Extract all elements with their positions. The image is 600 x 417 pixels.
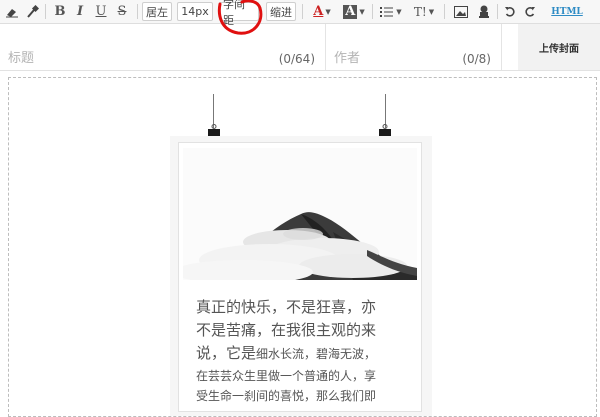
- font-color-glyph: A: [313, 4, 324, 19]
- list-button[interactable]: ▼: [377, 2, 405, 21]
- underline-button[interactable]: U: [93, 2, 109, 21]
- format-painter-icon[interactable]: [24, 2, 40, 21]
- chevron-down-icon: ▼: [325, 7, 331, 16]
- stamp-icon[interactable]: [476, 2, 492, 21]
- chevron-down-icon: ▼: [396, 7, 402, 16]
- toolbar-separator: [137, 4, 138, 19]
- article-meta-row: 标题 (0/64) 作者 (0/8): [0, 24, 600, 71]
- indent-button[interactable]: 缩进: [266, 2, 296, 21]
- article-line: 说，它是细水长流，碧海无波，: [196, 342, 412, 366]
- author-char-count: (0/8): [462, 52, 491, 66]
- strikethrough-button[interactable]: S: [114, 2, 130, 21]
- title-placeholder: 标题: [8, 51, 35, 66]
- list-icon: [380, 6, 394, 17]
- mountain-photo: [183, 148, 417, 280]
- editor-toolbar: B I U S 居左 14px 字间距 缩进 A ▼ A ▼ ▼ T! ▼ HT…: [0, 0, 600, 27]
- author-input[interactable]: 作者 (0/8): [326, 24, 502, 70]
- upload-cover-button[interactable]: 上传封面: [518, 24, 600, 70]
- align-left-button[interactable]: 居左: [142, 2, 172, 21]
- hanging-string: [385, 94, 386, 128]
- bold-button[interactable]: B: [52, 2, 68, 21]
- article-line: 在芸芸众生里做一个普通的人，享: [196, 369, 377, 383]
- redo-icon[interactable]: [522, 2, 538, 21]
- text-style-glyph: T!: [413, 4, 427, 19]
- toolbar-separator: [497, 4, 498, 19]
- eraser-icon[interactable]: [4, 2, 20, 21]
- article-line: 受生命一刹间的喜悦，那么我们即: [196, 389, 377, 403]
- article-body[interactable]: 真正的快乐，不是狂喜，亦 不是苦痛，在我很主观的来 说，它是细水长流，碧海无波，…: [196, 296, 412, 406]
- font-size-button[interactable]: 14px: [177, 2, 213, 21]
- title-char-count: (0/64): [278, 52, 315, 66]
- author-placeholder: 作者: [334, 51, 361, 66]
- font-color-button[interactable]: A ▼: [308, 2, 336, 21]
- toolbar-separator: [444, 4, 445, 19]
- background-color-glyph: A: [343, 3, 358, 19]
- undo-icon[interactable]: [502, 2, 518, 21]
- toolbar-separator: [302, 4, 303, 19]
- image-icon[interactable]: [453, 2, 469, 21]
- chevron-down-icon: ▼: [359, 7, 365, 16]
- title-input[interactable]: 标题 (0/64): [0, 24, 326, 70]
- hanging-string: [213, 94, 214, 128]
- text-style-button[interactable]: T! ▼: [409, 2, 439, 21]
- html-source-button[interactable]: HTML: [550, 2, 584, 21]
- toolbar-separator: [372, 4, 373, 19]
- article-line-part: 说，它是: [196, 344, 257, 362]
- italic-button[interactable]: I: [73, 2, 87, 21]
- article-line: 不是苦痛，在我很主观的来: [196, 321, 377, 339]
- toolbar-separator: [45, 4, 46, 19]
- article-line: 真正的快乐，不是狂喜，亦: [196, 298, 377, 316]
- article-line-part: 细水长流，碧海无波，: [256, 347, 377, 361]
- background-color-button[interactable]: A ▼: [340, 2, 368, 21]
- chevron-down-icon: ▼: [428, 7, 435, 16]
